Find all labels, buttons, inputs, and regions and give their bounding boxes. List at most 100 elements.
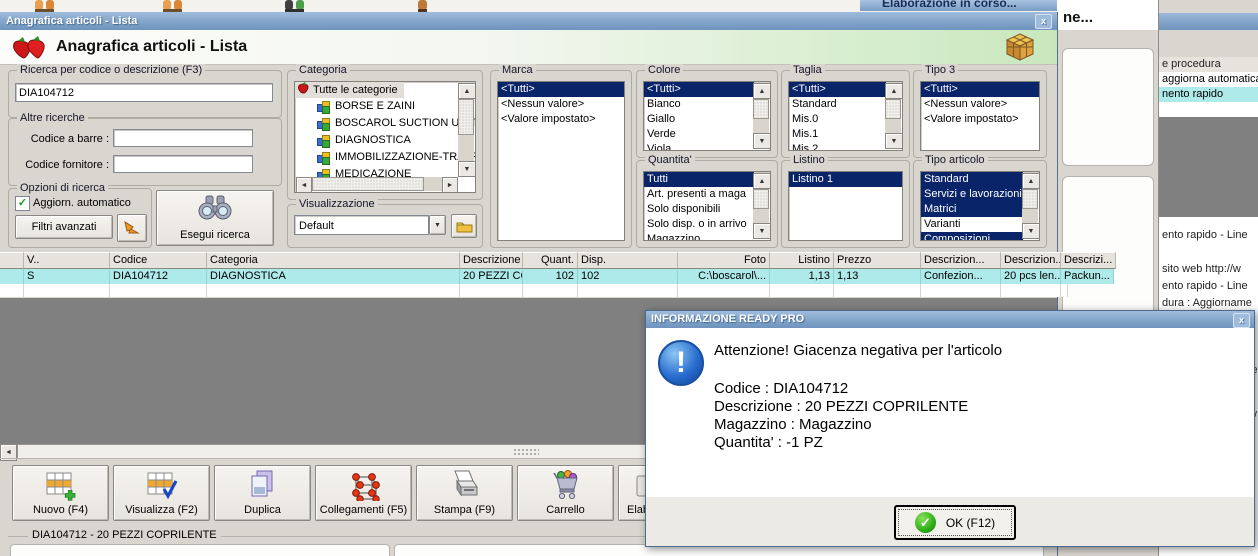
scroll-down-icon[interactable]: ▼: [458, 161, 475, 177]
duplicate-button[interactable]: Duplica: [214, 465, 311, 521]
list-option[interactable]: Mis.1: [789, 127, 886, 142]
tree-item-category[interactable]: IMMOBILIZZAZIONE-TRASPO: [295, 149, 475, 166]
links-button[interactable]: Collegamenti (F5): [315, 465, 412, 521]
dialog-close-icon[interactable]: x: [1233, 313, 1250, 328]
scroll-right-icon[interactable]: ►: [442, 177, 458, 192]
list-option[interactable]: Bianco: [644, 97, 754, 112]
folder-button[interactable]: [451, 214, 477, 238]
tipo-articolo-scrollbar[interactable]: ▲ ▼: [1022, 173, 1039, 239]
list-option[interactable]: Standard: [789, 97, 886, 112]
cart-button[interactable]: Carrello: [517, 465, 614, 521]
listino-listbox[interactable]: Listino 1: [788, 171, 903, 241]
column-header[interactable]: Categoria: [207, 252, 460, 269]
list-option[interactable]: Solo disponibili: [644, 202, 754, 217]
scroll-down-icon[interactable]: ▼: [1022, 223, 1039, 239]
auto-update-checkbox[interactable]: ✓: [15, 196, 30, 211]
list-option[interactable]: Listino 1: [789, 172, 902, 187]
column-header[interactable]: Foto: [678, 252, 770, 269]
column-header[interactable]: [0, 252, 24, 269]
list-option[interactable]: <Nessun valore>: [498, 97, 624, 112]
colore-listbox[interactable]: ▲ ▼ <Tutti> Bianco Giallo Verde Viola: [643, 81, 771, 151]
category-cubes-icon: [317, 151, 331, 165]
view-button[interactable]: Visualizza (F2): [113, 465, 210, 521]
list-option[interactable]: Varianti: [921, 217, 1023, 232]
list-option[interactable]: <Tutti>: [498, 82, 624, 97]
supplier-code-input[interactable]: [113, 155, 253, 173]
list-option[interactable]: Tutti: [644, 172, 754, 187]
barcode-input[interactable]: [113, 129, 253, 147]
group-other-searches-label: Altre ricerche: [17, 112, 88, 125]
list-option[interactable]: Solo disp. o in arrivo: [644, 217, 754, 232]
column-header[interactable]: Disp.: [578, 252, 678, 269]
search-input[interactable]: [15, 83, 273, 102]
result-row-selected[interactable]: SDIA104712DIAGNOSTICA20 PEZZI COPRILENTE…: [0, 269, 1114, 284]
categoria-tree[interactable]: Tutte le categorie BORSE E ZAINI BOSCARO…: [294, 81, 476, 193]
close-icon[interactable]: x: [1035, 14, 1052, 29]
column-header[interactable]: Descrizi...: [1061, 252, 1117, 269]
scroll-up-icon[interactable]: ▲: [1022, 173, 1039, 189]
list-option[interactable]: Verde: [644, 127, 754, 142]
list-option[interactable]: Matrici: [921, 202, 1023, 217]
list-option[interactable]: Viola: [644, 142, 754, 150]
categoria-vertical-scrollbar[interactable]: ▲ ▼: [458, 83, 475, 177]
tipo-articolo-listbox[interactable]: ▲ ▼ Standard Servizi e lavorazioni Matrici…: [920, 171, 1040, 241]
execute-search-button[interactable]: Esegui ricerca: [156, 190, 274, 246]
quantita-scrollbar[interactable]: ▲ ▼: [753, 173, 770, 239]
new-button[interactable]: Nuovo (F4): [12, 465, 109, 521]
cell: [0, 269, 24, 284]
advanced-filters-arrow-icon[interactable]: [117, 214, 147, 242]
list-option[interactable]: Standard: [921, 172, 1023, 187]
scroll-thumb[interactable]: [458, 99, 474, 135]
tipo3-listbox[interactable]: <Tutti> <Nessun valore> <Valore impostato>: [920, 81, 1040, 151]
list-option[interactable]: Composizioni: [921, 232, 1023, 240]
list-option[interactable]: Mis.0: [789, 112, 886, 127]
taglia-listbox[interactable]: ▲ ▼ <Tutti> Standard Mis.0 Mis.1 Mis.2: [788, 81, 903, 151]
chevron-down-icon[interactable]: ▼: [429, 215, 446, 235]
scroll-down-icon[interactable]: ▼: [753, 223, 770, 239]
dialog-titlebar[interactable]: INFORMAZIONE READY PRO x: [646, 311, 1254, 328]
group-search-options-label: Opzioni di ricerca: [17, 182, 108, 195]
column-header[interactable]: Descrizione: [460, 252, 523, 269]
taglia-scrollbar[interactable]: ▲ ▼: [885, 83, 902, 149]
list-option[interactable]: <Tutti>: [921, 82, 1039, 97]
scroll-down-icon[interactable]: ▼: [753, 133, 770, 149]
tree-item-category[interactable]: BOSCAROL SUCTION UNIT: [295, 115, 475, 132]
tree-item-category[interactable]: BORSE E ZAINI: [295, 98, 475, 115]
list-option[interactable]: Art. presenti a maga: [644, 187, 754, 202]
advanced-filters-button[interactable]: Filtri avanzati: [15, 215, 113, 239]
colore-scrollbar[interactable]: ▲ ▼: [753, 83, 770, 149]
column-header[interactable]: V..: [24, 252, 110, 269]
print-button[interactable]: Stampa (F9): [416, 465, 513, 521]
list-option[interactable]: Giallo: [644, 112, 754, 127]
scroll-up-icon[interactable]: ▲: [753, 173, 770, 189]
column-header[interactable]: Codice: [110, 252, 207, 269]
column-header[interactable]: Descrizion...: [1001, 252, 1061, 269]
list-option[interactable]: Servizi e lavorazioni: [921, 187, 1023, 202]
categoria-horizontal-scrollbar[interactable]: ◄ ►: [296, 177, 458, 192]
marca-listbox[interactable]: <Tutti> <Nessun valore> <Valore impostato>: [497, 81, 625, 241]
list-option[interactable]: <Valore impostato>: [921, 112, 1039, 127]
list-option[interactable]: <Nessun valore>: [921, 97, 1039, 112]
column-header[interactable]: Quant.: [523, 252, 578, 269]
scroll-up-icon[interactable]: ▲: [753, 83, 770, 99]
cell: [24, 284, 110, 297]
list-option[interactable]: Mis.2: [789, 142, 886, 150]
list-option[interactable]: <Valore impostato>: [498, 112, 624, 127]
column-header[interactable]: Prezzo: [834, 252, 921, 269]
visualizzazione-select[interactable]: Default ▼: [294, 215, 446, 235]
list-option[interactable]: Magazzino: [644, 232, 754, 240]
column-header[interactable]: Descrizion...: [921, 252, 1001, 269]
tree-item-category[interactable]: DIAGNOSTICA: [295, 132, 475, 149]
list-option[interactable]: <Tutti>: [789, 82, 886, 97]
quantita-listbox[interactable]: ▲ ▼ Tutti Art. presenti a maga Solo dispon…: [643, 171, 771, 241]
column-header[interactable]: Listino: [770, 252, 834, 269]
list-option[interactable]: <Tutti>: [644, 82, 754, 97]
ok-button[interactable]: ✓ OK (F12): [894, 505, 1016, 540]
scroll-up-icon[interactable]: ▲: [458, 83, 475, 99]
supplier-code-label: Codice fornitore :: [25, 159, 109, 171]
tree-root-all-categories[interactable]: Tutte le categorie: [295, 82, 404, 98]
scroll-down-icon[interactable]: ▼: [885, 133, 902, 149]
scroll-left-icon[interactable]: ◄: [296, 177, 312, 192]
window-titlebar[interactable]: Anagrafica articoli - Lista x: [0, 12, 1057, 30]
scroll-up-icon[interactable]: ▲: [885, 83, 902, 99]
